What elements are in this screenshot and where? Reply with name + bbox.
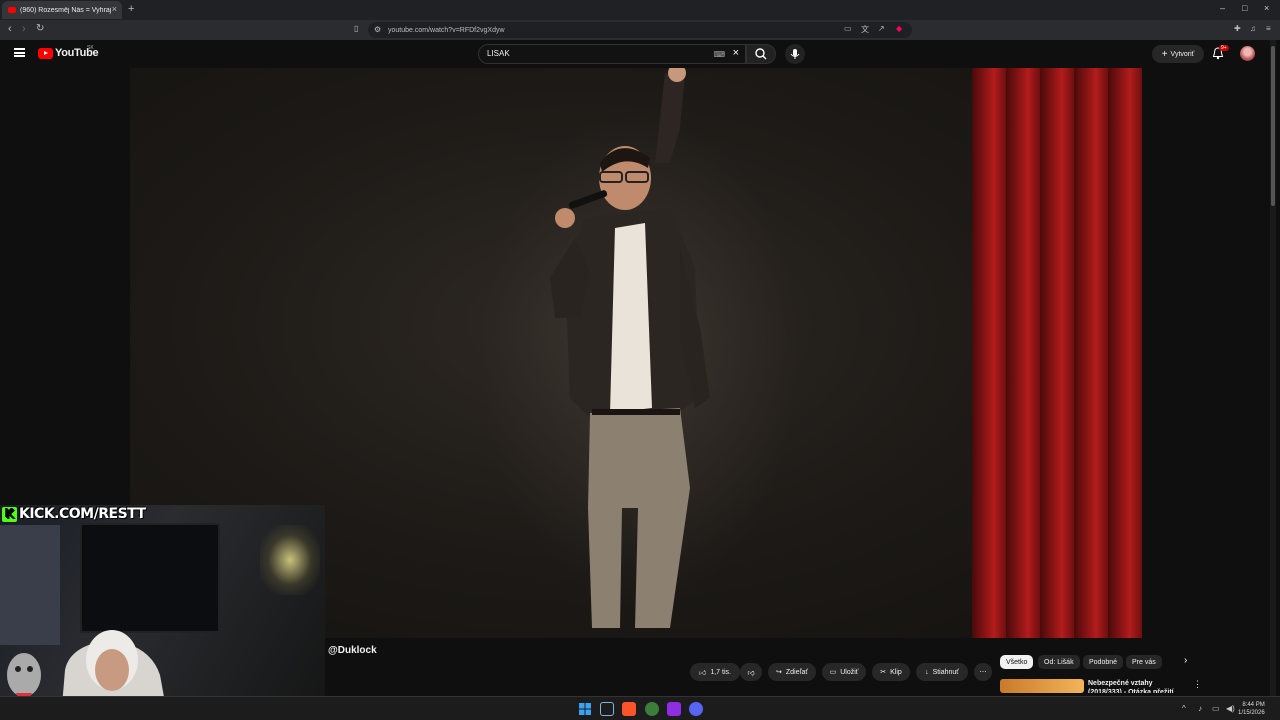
- close-window-icon[interactable]: ×: [1264, 3, 1269, 13]
- cast-icon[interactable]: ▭: [844, 24, 852, 33]
- chip-all[interactable]: Všetko: [1000, 655, 1034, 669]
- close-tab-icon[interactable]: ×: [112, 4, 117, 14]
- chip-related[interactable]: Podobné: [1083, 655, 1124, 669]
- chevron-right-icon[interactable]: ›: [1184, 655, 1187, 666]
- site-info-icon[interactable]: ⚙: [374, 25, 381, 34]
- share-page-icon[interactable]: ↗: [878, 24, 885, 33]
- save-button[interactable]: ▭ Uložiť: [822, 663, 866, 681]
- network-icon[interactable]: ▭: [1212, 704, 1220, 713]
- red-curtain: [972, 68, 1142, 638]
- channel-handle[interactable]: @Duklock: [328, 645, 377, 656]
- windows-taskbar: ^ ♪ ▭ ◀) 8:44 PM 1/15/2026: [0, 696, 1280, 720]
- recommendation-thumbnail[interactable]: [1000, 679, 1084, 693]
- share-button[interactable]: ↪ Zdieľať: [768, 663, 816, 681]
- chip-for-you[interactable]: Pre vás: [1126, 655, 1162, 669]
- youtube-favicon-icon: [8, 7, 16, 13]
- maximize-icon[interactable]: □: [1242, 3, 1247, 13]
- minimize-icon[interactable]: –: [1220, 3, 1225, 13]
- search-button[interactable]: [746, 44, 776, 64]
- share-icon: ↪: [775, 669, 782, 676]
- more-vert-icon[interactable]: ⋮: [1193, 679, 1202, 690]
- media-icon[interactable]: ♫: [1250, 24, 1256, 33]
- share-label: Zdieľať: [785, 668, 809, 676]
- translate-icon[interactable]: 文: [861, 24, 869, 35]
- comedian-figure: [550, 68, 710, 628]
- url-input[interactable]: ⚙ youtube.com/watch?v=RFDf2vgXdyw: [368, 22, 912, 38]
- app-icon[interactable]: [667, 702, 681, 716]
- kick-banner: K KICK.COM/RESTT: [2, 505, 146, 523]
- new-tab-icon[interactable]: +: [128, 3, 134, 15]
- streamer-webcam: [0, 505, 325, 720]
- scissors-icon: ✂: [880, 669, 887, 676]
- search-query: LISAK: [487, 49, 510, 58]
- clock-time: 8:44 PM: [1242, 702, 1265, 708]
- clock-date: 1/15/2026: [1238, 710, 1265, 716]
- create-button[interactable]: + Vytvoriť: [1152, 45, 1204, 63]
- search-input[interactable]: LISAK ⌨ ×: [478, 44, 746, 64]
- download-label: Stiahnuť: [932, 668, 959, 676]
- youtube-logo-icon[interactable]: [38, 48, 53, 59]
- browser-tab[interactable]: (960) Rozesměj Nás = Vyhraj ×: [2, 1, 122, 19]
- reload-icon[interactable]: ↻: [36, 23, 44, 34]
- kick-logo-icon: K: [2, 506, 17, 522]
- like-count: 1,7 tis.: [710, 668, 731, 676]
- like-button[interactable]: 👍︎ 1,7 tis.: [690, 663, 740, 681]
- thumbs-down-icon: 👎︎: [747, 669, 755, 677]
- more-actions-button[interactable]: ⋯: [974, 663, 992, 681]
- avatar[interactable]: [1240, 46, 1255, 61]
- tray-chevron-icon[interactable]: ^: [1182, 704, 1186, 713]
- plus-icon: +: [1161, 48, 1168, 60]
- more-icon: ⋯: [979, 669, 987, 676]
- download-icon: ↓: [925, 668, 929, 676]
- browser-address-bar: ‹ › ↻ ▯ ⚙ youtube.com/watch?v=RFDf2vgXdy…: [0, 20, 1280, 40]
- youtube-header: YouTube SK LISAK ⌨ × + Vytvoriť 9+: [0, 40, 1280, 68]
- windows-start-icon[interactable]: [578, 702, 592, 716]
- browser-tab-bar: (960) Rozesměj Nás = Vyhraj × + – □ ×: [0, 0, 1280, 20]
- notification-badge: 9+: [1219, 45, 1229, 51]
- hamburger-menu-icon[interactable]: [14, 48, 25, 57]
- dislike-button[interactable]: 👎︎: [740, 663, 762, 681]
- menu-icon[interactable]: ≡: [1266, 24, 1271, 33]
- forward-icon[interactable]: ›: [22, 23, 26, 35]
- region-label: SK: [87, 45, 94, 51]
- discord-icon[interactable]: [689, 702, 703, 716]
- kick-url: KICK.COM/RESTT: [19, 506, 146, 522]
- webcam-lamp: [260, 525, 320, 595]
- task-view-icon[interactable]: [600, 702, 614, 716]
- microphone-icon: [790, 49, 800, 59]
- clip-button[interactable]: ✂ Klip: [872, 663, 910, 681]
- scrollbar-thumb[interactable]: [1271, 46, 1275, 206]
- keyboard-icon[interactable]: ⌨: [713, 50, 725, 59]
- obs-icon[interactable]: [645, 702, 659, 716]
- brave-shield-icon[interactable]: ◆: [896, 24, 902, 33]
- tab-title: (960) Rozesměj Nás = Vyhraj: [20, 6, 112, 14]
- bookmark-icon[interactable]: ▯: [354, 24, 358, 33]
- volume-icon[interactable]: ◀): [1226, 704, 1235, 713]
- recommendation-title[interactable]: Nebezpečné vztahy (2018/333) - Otázka př…: [1088, 679, 1188, 693]
- create-label: Vytvoriť: [1170, 50, 1195, 58]
- search-icon: [755, 48, 767, 60]
- chip-from-channel[interactable]: Od: Lišák: [1038, 655, 1080, 669]
- url-text: youtube.com/watch?v=RFDf2vgXdyw: [388, 26, 505, 34]
- voice-search-button[interactable]: [785, 44, 805, 64]
- clip-label: Klip: [890, 668, 902, 676]
- taskbar-clock[interactable]: 8:44 PM 1/15/2026: [1238, 701, 1265, 717]
- back-icon[interactable]: ‹: [8, 23, 12, 35]
- thumbs-up-icon: 👍︎: [699, 669, 707, 677]
- mic-tray-icon[interactable]: ♪: [1198, 704, 1202, 713]
- clear-search-icon[interactable]: ×: [733, 47, 739, 59]
- save-label: Uložiť: [840, 668, 859, 676]
- download-button[interactable]: ↓ Stiahnuť: [916, 663, 968, 681]
- brave-browser-icon[interactable]: [622, 702, 636, 716]
- extensions-icon[interactable]: ✚: [1234, 24, 1241, 33]
- bookmark-icon: ▭: [829, 669, 837, 676]
